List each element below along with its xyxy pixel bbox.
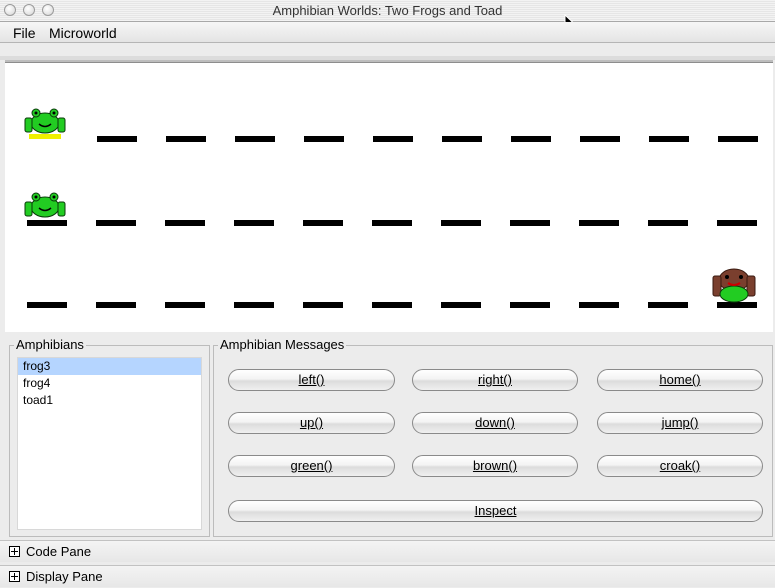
menu-file[interactable]: File <box>13 25 36 41</box>
code-pane-label: Code Pane <box>26 544 92 559</box>
amphibians-label: Amphibians <box>14 337 86 352</box>
lily-pad <box>580 136 620 142</box>
up-button[interactable]: up() <box>228 412 395 434</box>
inspect-label: Inspect <box>474 503 517 518</box>
display-pane-toggle[interactable]: Display Pane <box>0 565 775 587</box>
down-button[interactable]: down() <box>412 412 578 434</box>
croak-button[interactable]: croak() <box>597 455 763 477</box>
lily-pad <box>234 302 274 308</box>
title-bar: Amphibian Worlds: Two Frogs and Toad <box>0 0 775 22</box>
lily-pad <box>717 220 757 226</box>
display-pane-label: Display Pane <box>26 569 103 584</box>
world-canvas[interactable] <box>5 60 773 332</box>
lily-pad <box>718 136 758 142</box>
left-label: left() <box>298 372 325 387</box>
lily-pad <box>372 220 412 226</box>
up-label: up() <box>299 415 324 430</box>
right-label: right() <box>478 372 512 387</box>
menu-bar: File Microworld <box>0 22 775 43</box>
lily-pad <box>649 136 689 142</box>
code-pane-toggle[interactable]: Code Pane <box>0 540 775 562</box>
lily-pad <box>373 136 413 142</box>
green-button[interactable]: green() <box>228 455 395 477</box>
amphibian-list[interactable]: frog3 frog4 toad1 <box>17 357 202 530</box>
lily-pad <box>234 220 274 226</box>
lily-pad <box>442 136 482 142</box>
lily-pad <box>441 302 481 308</box>
lily-pad <box>648 302 688 308</box>
frog-icon[interactable] <box>23 190 67 230</box>
lily-pad <box>510 220 550 226</box>
lily-pad <box>304 136 344 142</box>
brown-label: brown() <box>472 458 518 473</box>
lily-pad <box>579 302 619 308</box>
inspect-button[interactable]: Inspect <box>228 500 763 522</box>
lily-pad <box>165 302 205 308</box>
lily-pad <box>648 220 688 226</box>
list-item[interactable]: toad1 <box>18 392 201 409</box>
lily-pad <box>511 136 551 142</box>
lily-pad <box>96 220 136 226</box>
lily-pad <box>166 136 206 142</box>
lily-pad <box>372 302 412 308</box>
jump-button[interactable]: jump() <box>597 412 763 434</box>
jump-label: jump() <box>661 415 699 430</box>
frog-icon[interactable] <box>23 106 67 146</box>
list-item[interactable]: frog3 <box>18 358 201 375</box>
lily-pad <box>441 220 481 226</box>
green-label: green() <box>290 458 333 473</box>
lily-pad <box>303 220 343 226</box>
lily-pad <box>96 302 136 308</box>
menu-microworld[interactable]: Microworld <box>49 25 117 41</box>
toad-icon[interactable] <box>711 266 757 310</box>
left-button[interactable]: left() <box>228 369 395 391</box>
lily-pad <box>235 136 275 142</box>
home-button[interactable]: home() <box>597 369 763 391</box>
croak-label: croak() <box>659 458 701 473</box>
lily-pad <box>97 136 137 142</box>
window-title: Amphibian Worlds: Two Frogs and Toad <box>272 3 503 18</box>
lily-pad <box>579 220 619 226</box>
list-item[interactable]: frog4 <box>18 375 201 392</box>
right-button[interactable]: right() <box>412 369 578 391</box>
lily-pad <box>27 302 67 308</box>
home-label: home() <box>659 372 701 387</box>
lily-pad <box>165 220 205 226</box>
messages-label: Amphibian Messages <box>218 337 347 352</box>
expand-plus-icon[interactable] <box>9 571 20 582</box>
down-label: down() <box>475 415 515 430</box>
brown-button[interactable]: brown() <box>412 455 578 477</box>
lily-pad <box>303 302 343 308</box>
expand-plus-icon[interactable] <box>9 546 20 557</box>
lily-pad <box>510 302 550 308</box>
